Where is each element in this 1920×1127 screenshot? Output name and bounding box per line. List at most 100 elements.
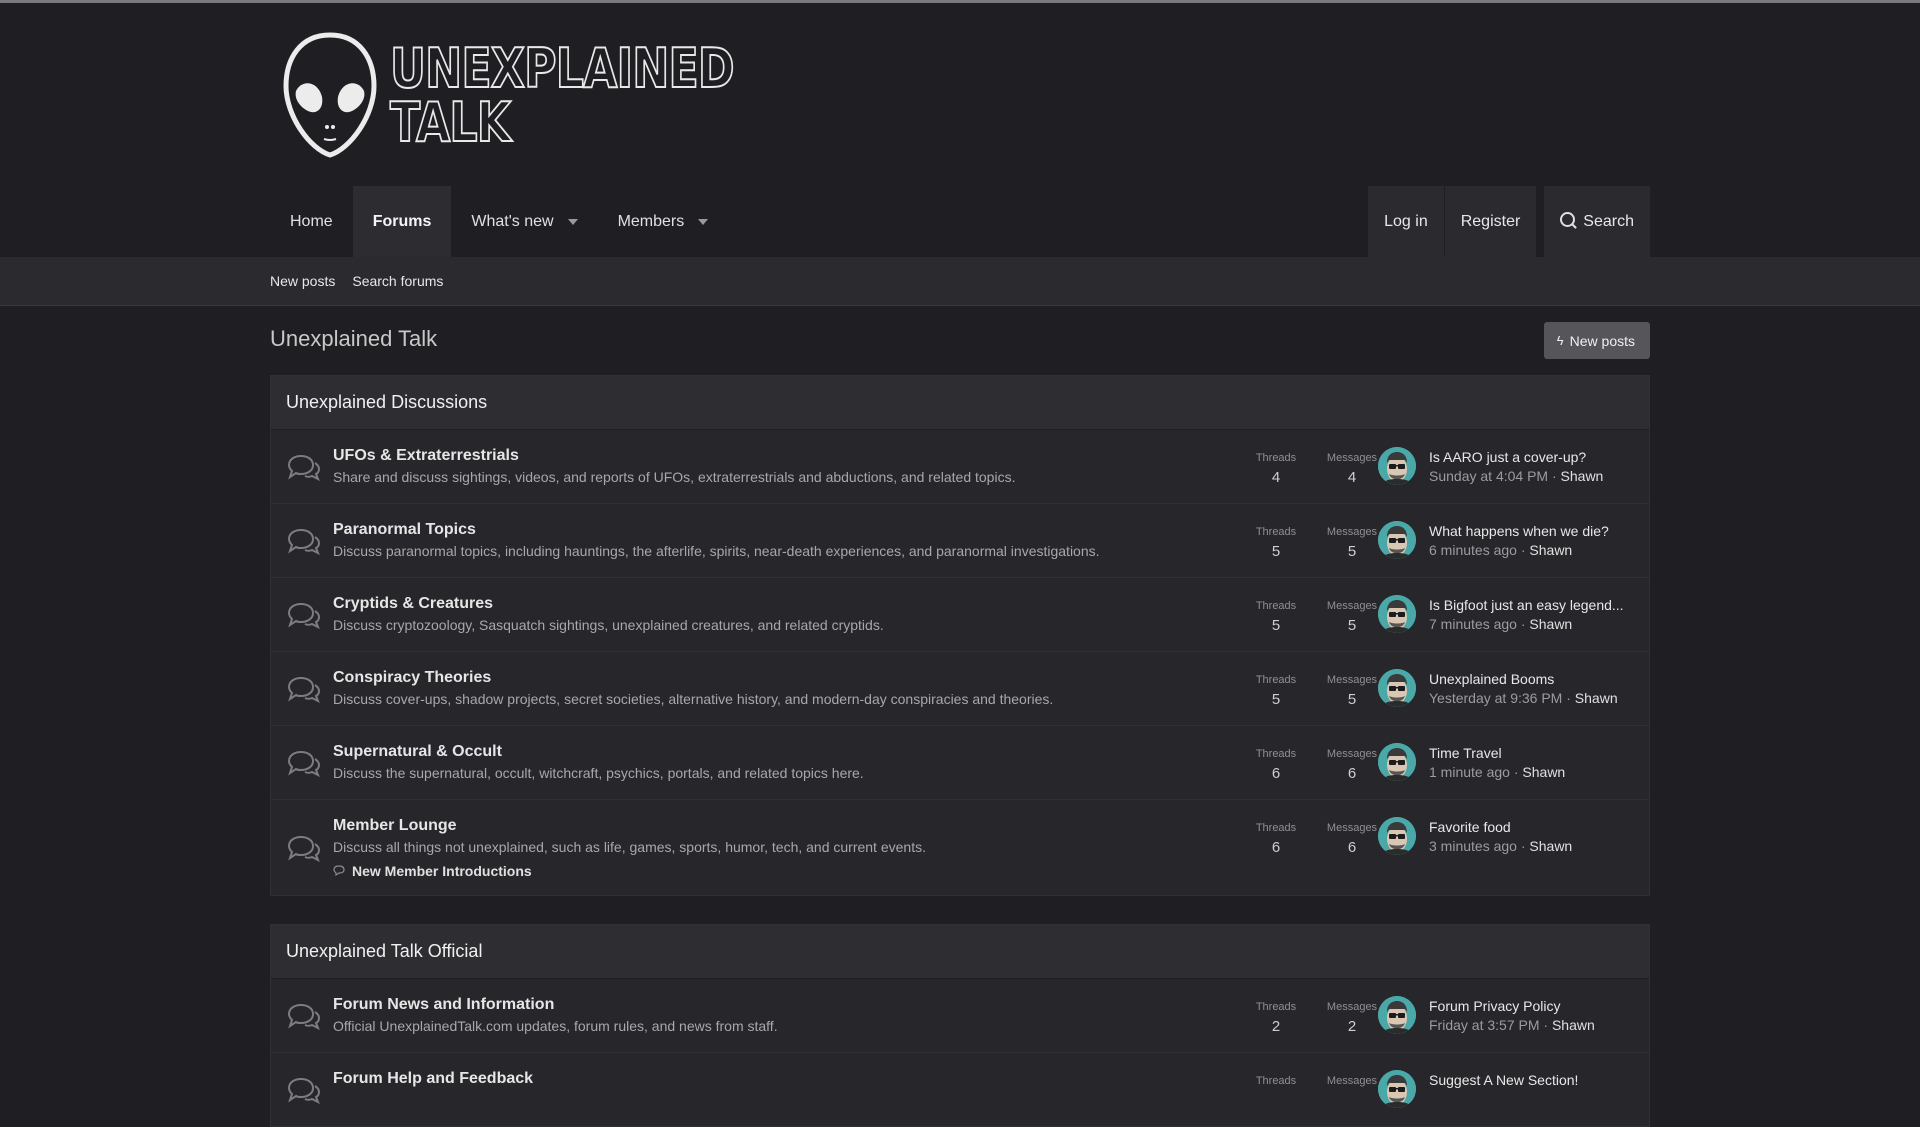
forum-description: Discuss cover-ups, shadow projects, secr… bbox=[333, 691, 1054, 707]
last-post-user-link[interactable]: Shawn bbox=[1529, 616, 1572, 632]
last-post-title-link[interactable]: Is Bigfoot just an easy legend... bbox=[1429, 597, 1627, 613]
last-post-meta: 1 minute ago · Shawn bbox=[1429, 764, 1627, 780]
forum-row: Forum Help and Feedback Threads Messages Su… bbox=[271, 1053, 1649, 1126]
last-post-time[interactable]: Yesterday at 9:36 PM bbox=[1429, 690, 1562, 706]
avatar[interactable] bbox=[1378, 521, 1416, 559]
avatar[interactable] bbox=[1378, 447, 1416, 485]
last-post-time[interactable]: 3 minutes ago bbox=[1429, 838, 1517, 854]
meta-separator: · bbox=[1566, 690, 1571, 706]
last-post-title-link[interactable]: Unexplained Booms bbox=[1429, 671, 1627, 687]
avatar[interactable] bbox=[1378, 743, 1416, 781]
chevron-down-icon[interactable] bbox=[567, 218, 578, 225]
threads-label: Threads bbox=[1255, 1001, 1297, 1013]
forum-description: Official UnexplainedTalk.com updates, fo… bbox=[333, 1018, 778, 1034]
forum-title-link[interactable]: Member Lounge bbox=[333, 817, 457, 835]
nav-tab-whats-new[interactable]: What's new bbox=[451, 186, 597, 257]
forum-chat-bubbles-icon bbox=[286, 749, 322, 777]
forum-title-link[interactable]: Forum Help and Feedback bbox=[333, 1070, 533, 1088]
threads-stat: Threads 5 bbox=[1241, 674, 1311, 708]
avatar[interactable] bbox=[1378, 817, 1416, 855]
messages-label: Messages bbox=[1326, 1075, 1378, 1087]
category-title[interactable]: Unexplained Talk Official bbox=[271, 925, 1649, 979]
last-post-info: Unexplained Booms Yesterday at 9:36 PM · … bbox=[1429, 671, 1627, 706]
threads-stat: Threads 4 bbox=[1241, 452, 1311, 486]
last-post-user-link[interactable]: Shawn bbox=[1522, 764, 1565, 780]
last-post-info: Time Travel 1 minute ago · Shawn bbox=[1429, 745, 1627, 780]
forum-main: Forum Help and Feedback bbox=[333, 1070, 533, 1088]
last-post-time[interactable]: 7 minutes ago bbox=[1429, 616, 1517, 632]
category-title[interactable]: Unexplained Discussions bbox=[271, 376, 1649, 430]
subforum-link[interactable]: New Member Introductions bbox=[333, 863, 926, 879]
last-post-title-link[interactable]: Is AARO just a cover-up? bbox=[1429, 449, 1627, 465]
nav-tab-home[interactable]: Home bbox=[270, 186, 353, 257]
avatar[interactable] bbox=[1378, 996, 1416, 1034]
last-post-user-link[interactable]: Shawn bbox=[1529, 838, 1572, 854]
avatar[interactable] bbox=[1378, 669, 1416, 707]
avatar[interactable] bbox=[1378, 595, 1416, 633]
forum-title-link[interactable]: Cryptids & Creatures bbox=[333, 595, 493, 613]
site-logo[interactable]: UNEXPLAINED TALK bbox=[280, 31, 809, 161]
forum-title-link[interactable]: Supernatural & Occult bbox=[333, 743, 502, 761]
forum-chat-bubbles-icon bbox=[286, 1002, 322, 1030]
threads-stat: Threads 6 bbox=[1241, 822, 1311, 856]
search-button[interactable]: Search bbox=[1544, 186, 1650, 257]
last-post-info: Forum Privacy Policy Friday at 3:57 PM · … bbox=[1429, 998, 1627, 1033]
last-post-time[interactable]: 1 minute ago bbox=[1429, 764, 1510, 780]
threads-count: 6 bbox=[1271, 765, 1281, 782]
meta-separator: · bbox=[1520, 542, 1526, 558]
forum-title-link[interactable]: Paranormal Topics bbox=[333, 521, 476, 539]
last-post-title-link[interactable]: Forum Privacy Policy bbox=[1429, 998, 1627, 1014]
messages-stat: Messages 4 bbox=[1317, 452, 1387, 486]
last-post-meta: Sunday at 4:04 PM · Shawn bbox=[1429, 468, 1627, 484]
last-post-time[interactable]: 6 minutes ago bbox=[1429, 542, 1517, 558]
last-post-time[interactable]: Sunday at 4:04 PM bbox=[1429, 468, 1548, 484]
messages-stat: Messages 5 bbox=[1317, 600, 1387, 634]
forum-title-link[interactable]: Forum News and Information bbox=[333, 996, 554, 1014]
messages-stat: Messages 2 bbox=[1317, 1001, 1387, 1035]
messages-label: Messages bbox=[1326, 526, 1378, 538]
threads-count: 6 bbox=[1271, 839, 1281, 856]
search-button-label: Search bbox=[1583, 212, 1634, 230]
last-post-title-link[interactable]: Time Travel bbox=[1429, 745, 1627, 761]
last-post-user-link[interactable]: Shawn bbox=[1552, 1017, 1595, 1033]
forum-row: Paranormal Topics Discuss paranormal topi… bbox=[271, 504, 1649, 578]
threads-count: 2 bbox=[1271, 1018, 1281, 1035]
threads-count: 5 bbox=[1271, 543, 1281, 560]
subnav-search-forums-link[interactable]: Search forums bbox=[352, 273, 443, 289]
last-post-meta: 6 minutes ago · Shawn bbox=[1429, 542, 1627, 558]
nav-tab-members[interactable]: Members bbox=[598, 186, 729, 257]
last-post-user-link[interactable]: Shawn bbox=[1529, 542, 1572, 558]
forum-title-link[interactable]: UFOs & Extraterrestrials bbox=[333, 447, 519, 465]
threads-label: Threads bbox=[1255, 1075, 1297, 1087]
last-post-user-link[interactable]: Shawn bbox=[1575, 690, 1618, 706]
threads-label: Threads bbox=[1255, 600, 1297, 612]
chevron-down-icon[interactable] bbox=[698, 218, 709, 225]
forum-description: Share and discuss sightings, videos, and… bbox=[333, 469, 1016, 485]
threads-count: 5 bbox=[1271, 691, 1281, 708]
logo-line-2: TALK bbox=[389, 91, 512, 154]
subnav-new-posts-link[interactable]: New posts bbox=[270, 273, 335, 289]
nav-tab-forums[interactable]: Forums bbox=[352, 186, 452, 257]
login-button[interactable]: Log in bbox=[1368, 186, 1444, 257]
forum-chat-bubbles-icon bbox=[286, 453, 322, 481]
last-post-meta: Yesterday at 9:36 PM · Shawn bbox=[1429, 690, 1627, 706]
forum-description: Discuss the supernatural, occult, witchc… bbox=[333, 765, 864, 781]
threads-label: Threads bbox=[1255, 526, 1297, 538]
site-header: UNEXPLAINED TALK bbox=[0, 3, 1920, 186]
last-post-time[interactable]: Friday at 3:57 PM bbox=[1429, 1017, 1540, 1033]
avatar[interactable] bbox=[1378, 1070, 1416, 1108]
threads-stat: Threads bbox=[1241, 1075, 1311, 1092]
messages-label: Messages bbox=[1326, 600, 1378, 612]
new-posts-button[interactable]: ϟ New posts bbox=[1543, 322, 1650, 359]
register-button[interactable]: Register bbox=[1444, 186, 1537, 257]
last-post-title-link[interactable]: Favorite food bbox=[1429, 819, 1627, 835]
messages-count: 5 bbox=[1347, 617, 1357, 634]
forum-title-link[interactable]: Conspiracy Theories bbox=[333, 669, 491, 687]
threads-label: Threads bbox=[1255, 452, 1297, 464]
messages-stat: Messages 5 bbox=[1317, 674, 1387, 708]
main-navigation: Home Forums What's new Members Log in Re… bbox=[270, 186, 1650, 257]
last-post-user-link[interactable]: Shawn bbox=[1561, 468, 1604, 484]
last-post-title-link[interactable]: What happens when we die? bbox=[1429, 523, 1627, 539]
last-post-title-link[interactable]: Suggest A New Section! bbox=[1429, 1072, 1627, 1088]
messages-stat: Messages bbox=[1317, 1075, 1387, 1092]
